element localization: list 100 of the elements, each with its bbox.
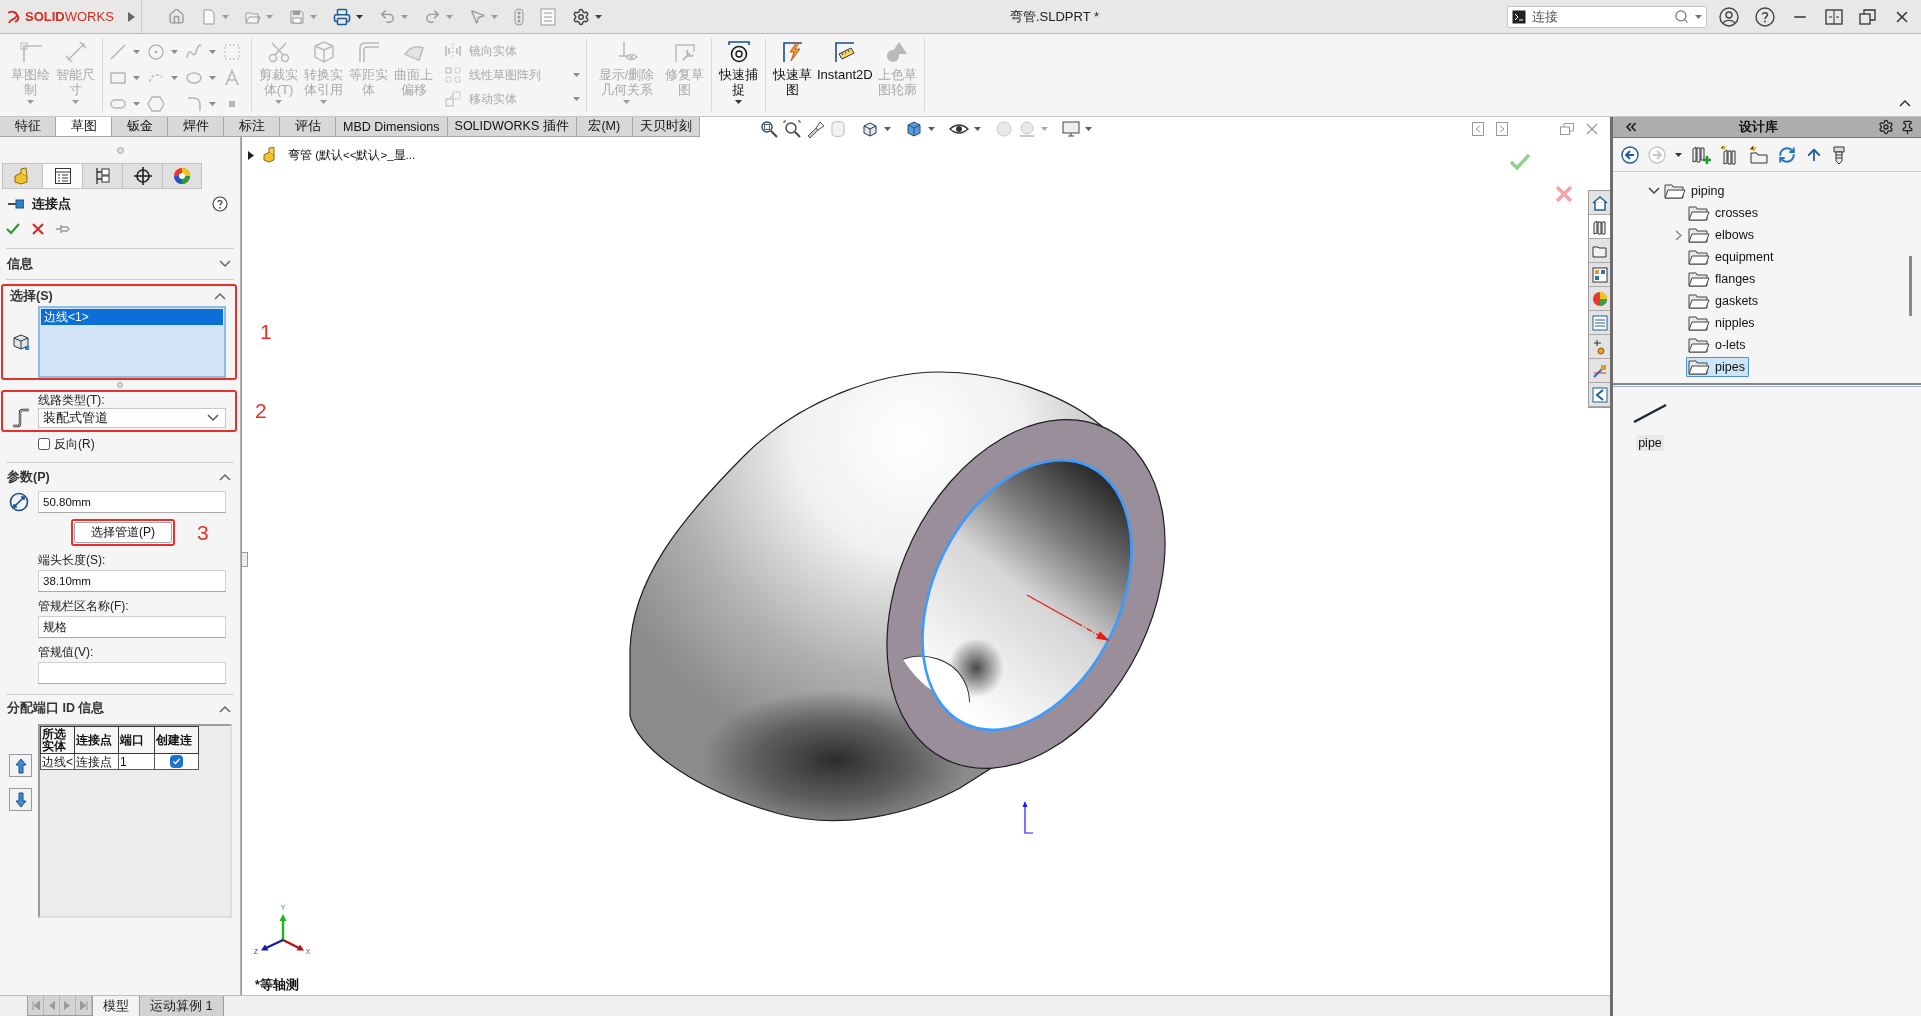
cancel-icon[interactable] xyxy=(32,223,44,235)
ribbon-button[interactable]: 快速草图 xyxy=(772,38,813,111)
expand-arrow-icon[interactable] xyxy=(248,150,254,160)
text-field[interactable]: 38.10mm xyxy=(38,570,226,592)
chevron-down-icon[interactable] xyxy=(1648,187,1660,195)
command-tab[interactable]: 标注 xyxy=(224,117,280,137)
chevron-up-icon[interactable] xyxy=(219,473,231,481)
preview-item-label[interactable]: pipe xyxy=(1636,435,1664,451)
undo-arrow-icon[interactable] xyxy=(379,8,396,25)
panel-tab[interactable] xyxy=(122,163,162,189)
pin-icon[interactable] xyxy=(1900,119,1915,135)
caret-icon[interactable] xyxy=(735,100,742,104)
shaded-cube-icon[interactable] xyxy=(905,120,923,138)
tree-item[interactable]: pipes xyxy=(1686,357,1749,377)
refresh-icon[interactable] xyxy=(1778,145,1796,164)
folder-sparkle-icon[interactable] xyxy=(1749,144,1769,165)
house-icon[interactable] xyxy=(168,8,185,25)
ribbon-button[interactable]: Instant2D xyxy=(817,38,873,111)
line-icon[interactable] xyxy=(109,43,127,61)
zoom-fit-icon[interactable] xyxy=(760,120,778,138)
circle-icon[interactable] xyxy=(147,43,165,61)
task-pane-tab[interactable] xyxy=(1589,335,1610,359)
check-icon[interactable] xyxy=(1509,153,1531,171)
tree-item[interactable]: elbows xyxy=(1686,225,1758,245)
tile-windows-icon[interactable] xyxy=(1825,7,1843,26)
grip-dot-icon[interactable] xyxy=(116,146,124,154)
flashlight-icon[interactable] xyxy=(806,120,824,138)
tree-item[interactable]: flanges xyxy=(1686,269,1760,289)
list-item[interactable]: 边线<1> xyxy=(41,309,223,325)
settings-icon[interactable] xyxy=(1878,119,1894,135)
pipe-line-icon[interactable] xyxy=(1633,403,1667,423)
checkbox[interactable] xyxy=(38,438,50,450)
caret-icon[interactable] xyxy=(356,14,363,19)
task-pane-tab[interactable] xyxy=(1589,191,1610,215)
spline-curve-icon[interactable] xyxy=(185,43,203,61)
search-icon[interactable] xyxy=(1674,9,1689,24)
new-document-icon[interactable] xyxy=(201,8,217,25)
bottom-tab[interactable]: 模型 xyxy=(93,996,140,1016)
command-tab[interactable]: 焊件 xyxy=(168,117,224,137)
panel-tab[interactable] xyxy=(162,163,202,189)
previous-page-icon[interactable] xyxy=(48,1001,55,1010)
task-pane-tab[interactable] xyxy=(1589,359,1610,383)
next-page-icon[interactable] xyxy=(64,1001,71,1010)
command-tab[interactable]: 草图 xyxy=(56,117,112,137)
tile-right-icon[interactable] xyxy=(1496,122,1508,136)
ellipse-icon[interactable] xyxy=(185,69,203,87)
help-icon[interactable] xyxy=(1755,6,1775,27)
task-pane-tab[interactable] xyxy=(1589,383,1610,407)
caret-icon[interactable] xyxy=(1675,152,1682,157)
pointer-icon[interactable] xyxy=(469,8,486,25)
task-pane-tab[interactable] xyxy=(1589,239,1610,263)
zoom-area-icon[interactable] xyxy=(783,120,801,138)
cube-outline-icon[interactable] xyxy=(861,120,879,138)
bottom-tab[interactable]: 运动算例 1 xyxy=(140,996,224,1016)
tree-item[interactable]: nipples xyxy=(1686,313,1759,333)
task-pane-tab[interactable] xyxy=(1589,215,1610,239)
document-lines-icon[interactable] xyxy=(540,7,556,26)
chevron-down-icon[interactable] xyxy=(219,260,231,268)
caret-icon[interactable] xyxy=(928,127,935,131)
selection-list[interactable]: 边线<1> xyxy=(38,306,226,378)
user-account-icon[interactable] xyxy=(1719,6,1739,27)
hexagon-icon[interactable] xyxy=(147,95,165,113)
ribbon-button[interactable]: 快速捕捉 xyxy=(718,38,759,111)
tile-left-icon[interactable] xyxy=(1472,122,1484,136)
redo-arrow-icon[interactable] xyxy=(424,8,441,25)
caret-icon[interactable] xyxy=(1085,127,1092,131)
checkbox[interactable] xyxy=(170,755,183,768)
feature-tree-item[interactable]: 弯管 (默认<<默认>_显... xyxy=(288,147,416,163)
monitor-icon[interactable] xyxy=(1062,120,1080,138)
command-tab[interactable]: 特征 xyxy=(0,117,56,137)
chevron-up-icon[interactable] xyxy=(219,704,231,713)
resize-grip-icon[interactable] xyxy=(117,382,123,388)
fillet-corner-icon[interactable] xyxy=(185,95,203,113)
cylinder-icon[interactable] xyxy=(829,120,847,138)
select-pipe-button[interactable]: 选择管道(P) xyxy=(74,522,172,543)
tree-item[interactable]: crosses xyxy=(1686,203,1763,223)
move-down-button[interactable] xyxy=(9,788,32,811)
first-page-icon[interactable] xyxy=(31,1001,40,1010)
restore-window-icon[interactable] xyxy=(1859,7,1877,26)
last-page-icon[interactable] xyxy=(79,1001,88,1010)
help-icon[interactable] xyxy=(212,196,228,212)
command-tab[interactable]: 评估 xyxy=(280,117,336,137)
task-pane-tab[interactable] xyxy=(1589,287,1610,311)
tree-item[interactable]: gaskets xyxy=(1686,291,1763,311)
scrollbar-thumb[interactable] xyxy=(1909,256,1912,316)
tree-item[interactable]: piping xyxy=(1662,181,1729,201)
splitter-handle[interactable] xyxy=(242,552,248,567)
tree-item[interactable]: o-lets xyxy=(1686,335,1750,355)
caret-icon[interactable] xyxy=(595,14,602,19)
route-type-dropdown[interactable]: 装配式管道 xyxy=(38,408,226,428)
caret-icon[interactable] xyxy=(974,127,981,131)
task-pane-tab[interactable] xyxy=(1589,311,1610,335)
printer-icon[interactable] xyxy=(333,7,351,26)
chevron-up-icon[interactable] xyxy=(214,292,226,300)
check-icon[interactable] xyxy=(6,222,20,236)
command-tab[interactable]: SOLIDWORKS 插件 xyxy=(447,117,577,137)
bolt-icon[interactable] xyxy=(1832,144,1846,165)
task-pane-tab[interactable] xyxy=(1589,263,1610,287)
cancel-icon[interactable] xyxy=(1555,185,1573,203)
move-up-button[interactable] xyxy=(9,754,32,777)
